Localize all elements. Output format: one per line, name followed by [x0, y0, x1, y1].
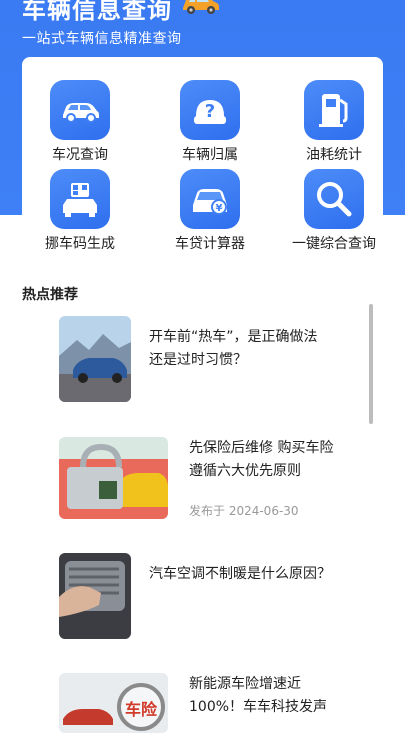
tool-label: 车况查询 — [52, 147, 108, 163]
tool-fuel-stats[interactable]: 油耗统计 — [274, 80, 394, 164]
tool-label: 挪车码生成 — [45, 236, 115, 252]
news-thumbnail — [59, 316, 131, 402]
news-item[interactable]: 车险 新能源车险增速近 100%！车车科技发声 — [0, 673, 405, 733]
section-title-hot: 热点推荐 — [22, 287, 78, 303]
tool-label: 油耗统计 — [306, 147, 362, 163]
news-item[interactable]: 开车前“热车”，是正确做法 还是过时习惯？ — [0, 316, 405, 406]
tool-car-loan-calculator[interactable]: ¥ 车贷计算器 — [150, 169, 270, 253]
tool-vehicle-ownership[interactable]: ? 车辆归属 — [150, 80, 270, 164]
fuel-pump-icon — [304, 80, 364, 140]
news-thumbnail: 车险 — [59, 673, 168, 733]
page-title: 车辆信息查询 — [22, 0, 172, 24]
news-thumbnail — [59, 437, 168, 519]
qr-car-icon — [50, 169, 110, 229]
tool-move-car-code[interactable]: 挪车码生成 — [20, 169, 140, 253]
tool-label: 车贷计算器 — [175, 236, 245, 252]
tools-panel: 车况查询 ? 车辆归属 油耗统计 挪车码生成 ¥ 车贷计算器 一键综合查询 — [22, 57, 383, 267]
news-title: 新能源车险增速近 100%！车车科技发声 — [189, 676, 328, 715]
news-item[interactable]: 先保险后维修 购买车险 遵循六大优先原则 发布于 2024-06-30 — [0, 437, 405, 522]
news-title: 开车前“热车”，是正确做法 还是过时习惯？ — [149, 329, 318, 368]
question-car-icon: ? — [180, 80, 240, 140]
car-icon — [50, 80, 110, 140]
page-subtitle: 一站式车辆信息精准查询 — [22, 31, 182, 47]
news-date: 发布于 2024-06-30 — [189, 504, 299, 518]
magnifier-icon — [304, 169, 364, 229]
tool-label: 车辆归属 — [182, 147, 238, 163]
tool-label: 一键综合查询 — [292, 236, 376, 252]
news-title: 先保险后维修 购买车险 遵循六大优先原则 — [189, 440, 334, 479]
svg-text:车险: 车险 — [125, 700, 158, 719]
car-loan-icon: ¥ — [180, 169, 240, 229]
tool-vehicle-condition[interactable]: 车况查询 — [20, 80, 140, 164]
tool-one-click-search[interactable]: 一键综合查询 — [274, 169, 394, 253]
news-thumbnail — [59, 553, 131, 639]
car-emoji-icon — [183, 0, 219, 14]
svg-text:¥: ¥ — [216, 203, 223, 214]
news-item[interactable]: 汽车空调不制暖是什么原因？ — [0, 553, 405, 641]
svg-text:?: ? — [205, 101, 215, 122]
news-title: 汽车空调不制暖是什么原因？ — [149, 566, 331, 582]
